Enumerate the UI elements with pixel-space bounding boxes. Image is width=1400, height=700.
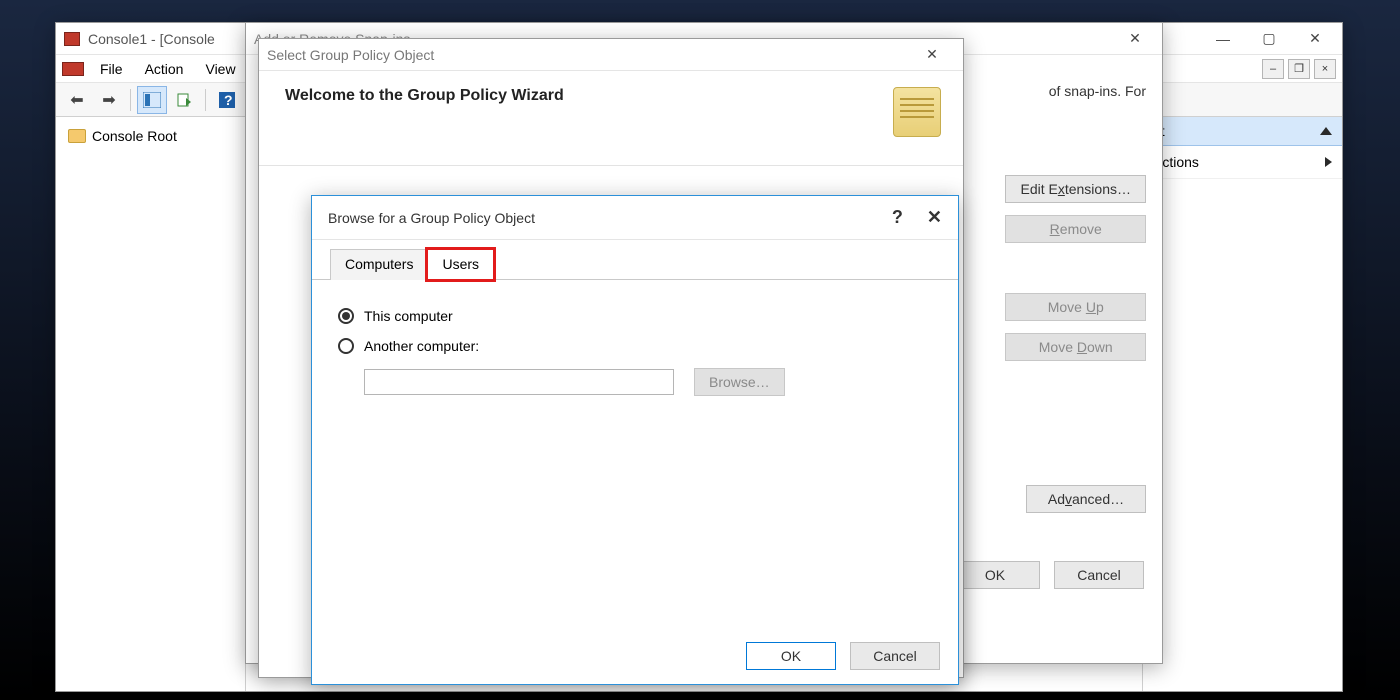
browse-computer-button[interactable]: Browse… [694,368,785,396]
forward-button[interactable]: ➡ [94,86,124,114]
minimize-button[interactable]: — [1200,24,1246,54]
tab-computers[interactable]: Computers [330,249,428,280]
cancel-button[interactable]: Cancel [850,642,940,670]
help-button[interactable]: ? [892,207,903,228]
browse-title: Browse for a Group Policy Object [328,210,535,226]
svg-text:?: ? [224,92,233,108]
edit-extensions-button[interactable]: Edit Extensions… [1005,175,1146,203]
folder-icon [68,129,86,143]
close-button[interactable]: ✕ [1292,24,1338,54]
tree-pane: Console Root [56,117,246,691]
move-up-button[interactable]: Move Up [1005,293,1146,321]
mmc-icon [62,62,84,76]
separator [130,89,131,111]
close-button[interactable]: ✕ [927,207,942,228]
actions-pane-header[interactable]: ot [1143,117,1342,146]
cancel-button[interactable]: Cancel [1054,561,1144,589]
export-list-button[interactable] [169,86,199,114]
tab-row: Computers Users [312,240,958,280]
help-button[interactable]: ? [212,86,242,114]
menu-view[interactable]: View [195,61,245,77]
mdi-close[interactable]: × [1314,59,1336,79]
maximize-button[interactable]: ▢ [1246,24,1292,54]
show-hide-tree-button[interactable] [137,86,167,114]
radio-another-computer-label: Another computer: [364,338,479,354]
wizard-title: Select Group Policy Object [267,47,434,63]
radio-this-computer-row[interactable]: This computer [338,308,932,324]
tree-root-item[interactable]: Console Root [64,125,237,147]
tab-users[interactable]: Users [427,249,494,280]
collapse-icon [1320,127,1332,135]
wizard-titlebar: Select Group Policy Object ✕ [259,39,963,71]
chevron-right-icon [1325,157,1332,167]
ok-button[interactable]: OK [746,642,836,670]
advanced-button[interactable]: Advanced… [1026,485,1146,513]
actions-pane-item[interactable]: Actions [1143,146,1342,179]
wizard-heading: Welcome to the Group Policy Wizard [285,87,564,105]
tab-body: This computer Another computer: Browse… [312,280,958,416]
radio-another-computer[interactable] [338,338,354,354]
mdi-restore[interactable]: ❐ [1288,59,1310,79]
menu-action[interactable]: Action [135,61,194,77]
close-button[interactable]: ✕ [909,40,955,70]
radio-another-computer-row[interactable]: Another computer: [338,338,932,354]
computer-name-input[interactable] [364,369,674,395]
menu-file[interactable]: File [90,61,133,77]
radio-this-computer[interactable] [338,308,354,324]
radio-this-computer-label: This computer [364,308,453,324]
remove-button[interactable]: Remove [1005,215,1146,243]
close-button[interactable]: ✕ [1112,24,1158,54]
mdi-minimize[interactable]: – [1262,59,1284,79]
browse-titlebar: Browse for a Group Policy Object ? ✕ [312,196,958,240]
console-title: Console1 - [Console [88,31,215,47]
mmc-icon [64,32,80,46]
move-down-button[interactable]: Move Down [1005,333,1146,361]
back-button[interactable]: ⬅ [62,86,92,114]
separator [205,89,206,111]
help-text-right: of snap-ins. For [1049,83,1146,99]
wizard-header: Welcome to the Group Policy Wizard [259,71,963,166]
actions-pane: ot Actions [1142,117,1342,691]
tree-root-label: Console Root [92,128,177,144]
scroll-icon [893,87,941,137]
browse-gpo-dialog: Browse for a Group Policy Object ? ✕ Com… [311,195,959,685]
